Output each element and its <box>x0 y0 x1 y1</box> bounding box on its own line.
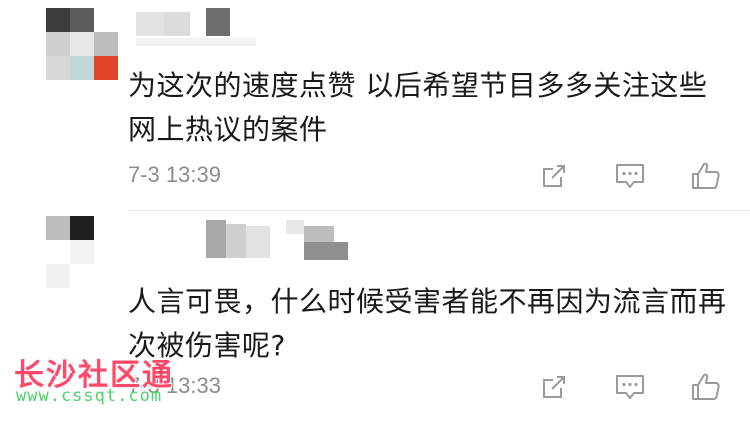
comment-time: 7-3 13:39 <box>128 162 221 187</box>
share-button[interactable] <box>536 158 572 194</box>
share-button[interactable] <box>536 369 572 405</box>
share-icon <box>543 165 565 187</box>
username[interactable] <box>136 8 376 48</box>
watermark: 长沙社区通 www.cssqt.com <box>14 350 254 410</box>
comment-text: 为这次的速度点赞 以后希望节目多多关注这些网上热议的案件 <box>128 69 708 146</box>
username[interactable] <box>136 220 376 260</box>
avatar[interactable] <box>46 216 118 288</box>
thumbs-up-icon <box>692 373 720 400</box>
comment-icon <box>616 164 644 188</box>
reply-button[interactable] <box>612 369 648 405</box>
divider <box>128 210 750 211</box>
comment-item: 为这次的速度点赞 以后希望节目多多关注这些网上热议的案件 7-3 13:39 <box>0 0 750 212</box>
comment-meta: 7-3 13:39 <box>128 158 728 198</box>
watermark-url: www.cssqt.com <box>16 386 163 406</box>
like-button[interactable] <box>688 369 724 405</box>
comment-icon <box>616 375 644 399</box>
thumbs-up-icon <box>692 162 720 189</box>
like-button[interactable] <box>688 158 724 194</box>
reply-button[interactable] <box>612 158 648 194</box>
avatar[interactable] <box>46 8 118 80</box>
share-icon <box>543 376 565 398</box>
